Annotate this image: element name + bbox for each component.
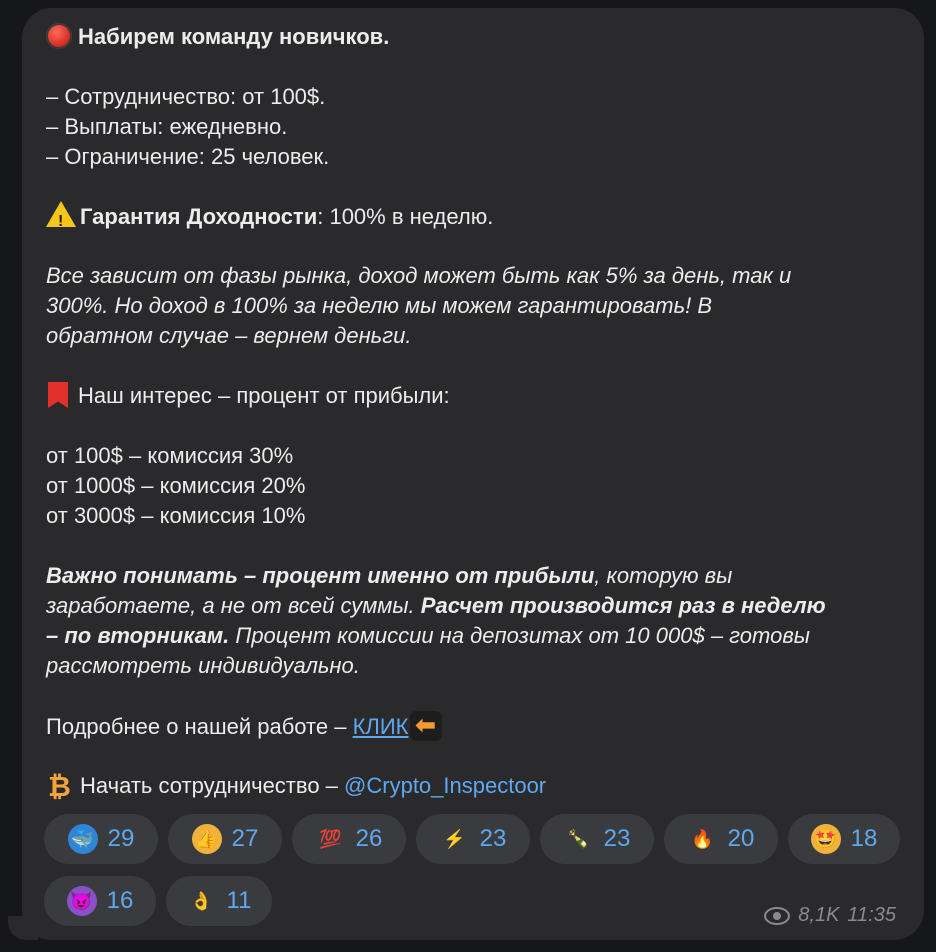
- interest-line: Наш интерес – процент от прибыли:: [46, 381, 450, 411]
- reaction-fire[interactable]: 🔥 20: [664, 814, 778, 864]
- reaction-count: 16: [106, 887, 134, 914]
- whale-icon: 🐳: [67, 824, 98, 854]
- italic-line-2: 300%. Но доход в 100% за неделю мы можем…: [46, 293, 713, 318]
- fee-line-3: от 3000$ – комиссия 10%: [46, 503, 306, 528]
- champagne-icon: 🍾: [567, 828, 590, 849]
- start-line: ₿ Начать сотрудничество – @Crypto_Inspect…: [46, 771, 546, 801]
- message-time: 11:35: [847, 904, 896, 926]
- earn-italic: заработаете, а не от всей суммы.: [46, 593, 421, 618]
- message-meta: 8,1K 11:35: [764, 904, 896, 927]
- lightning-icon: ⚡: [443, 828, 466, 849]
- more-line: Подробнее о нашей работе – КЛИК ⬅: [46, 711, 443, 742]
- reaction-hundred[interactable]: 💯 26: [292, 814, 406, 864]
- reaction-count: 20: [727, 825, 755, 852]
- reaction-ok-hand[interactable]: 👌 11: [166, 876, 272, 926]
- reaction-count: 23: [603, 825, 631, 852]
- click-link[interactable]: КЛИК: [353, 714, 409, 739]
- important-line: Важно понимать – процент именно от прибы…: [46, 561, 732, 591]
- reaction-star-struck[interactable]: 🤩 18: [788, 814, 900, 864]
- message-title: Набирем команду новичков.: [78, 24, 390, 49]
- fee-line-1: от 100$ – комиссия 30%: [46, 443, 294, 468]
- warning-icon: !: [46, 201, 76, 230]
- earn-line: заработаете, а не от всей суммы. Расчет …: [46, 591, 826, 621]
- reaction-whale[interactable]: 🐳 29: [44, 814, 158, 864]
- fire-icon: 🔥: [691, 828, 714, 849]
- bookmark-icon: [48, 382, 68, 408]
- message-bubble-tail: [8, 916, 38, 940]
- reaction-thumbs-up[interactable]: 👍 27: [168, 814, 282, 864]
- reaction-count: 27: [231, 825, 259, 852]
- reaction-count: 18: [850, 825, 878, 852]
- reaction-count: 23: [479, 825, 507, 852]
- important-italic: , которую вы: [594, 563, 733, 588]
- guarantee-line: ! Гарантия Доходности: 100% в неделю.: [46, 201, 493, 232]
- reaction-champagne[interactable]: 🍾 23: [540, 814, 654, 864]
- red-circle-icon: [46, 23, 72, 49]
- tuesday-bold: – по вторникам.: [46, 623, 230, 648]
- calc-bold: Расчет производится раз в неделю: [420, 593, 826, 618]
- reaction-count: 29: [107, 825, 135, 852]
- tuesday-line: – по вторникам. Процент комиссии на депо…: [46, 621, 810, 651]
- important-bold: Важно понимать – процент именно от прибы…: [46, 563, 595, 588]
- tuesday-italic: Процент комиссии на депозитах от 10 000$…: [229, 623, 810, 648]
- reaction-count: 26: [355, 825, 383, 852]
- hundred-icon: 💯: [319, 828, 342, 849]
- italic-line-3: обратном случае – вернем деньги.: [46, 323, 412, 348]
- interest-text: Наш интерес – процент от прибыли:: [78, 383, 450, 408]
- italic-line-1: Все зависит от фазы рынка, доход может б…: [46, 263, 792, 288]
- fee-line-2: от 1000$ – комиссия 20%: [46, 473, 306, 498]
- guarantee-label: Гарантия Доходности: [80, 204, 318, 229]
- thumbs-up-icon: 👍: [191, 824, 222, 854]
- eye-icon: [764, 906, 791, 925]
- left-arrow-icon: ⬅: [410, 711, 443, 741]
- pay-line: – Выплаты: ежедневно.: [46, 114, 288, 139]
- individual-line: рассмотреть индивидуально.: [46, 653, 360, 678]
- start-text: Начать сотрудничество –: [80, 773, 345, 798]
- guarantee-value: : 100% в неделю.: [317, 204, 494, 229]
- view-count: 8,1K: [798, 904, 840, 926]
- reaction-lightning[interactable]: ⚡ 23: [416, 814, 530, 864]
- contact-link[interactable]: @Crypto_Inspectoor: [344, 773, 546, 798]
- bitcoin-icon: ₿: [48, 771, 71, 802]
- reaction-devil[interactable]: 😈 16: [44, 876, 156, 926]
- reaction-count: 11: [226, 887, 252, 914]
- coop-line: – Сотрудничество: от 100$.: [46, 84, 326, 109]
- title-line: Набирем команду новичков.: [46, 22, 389, 52]
- ok-hand-icon: 👌: [190, 890, 213, 911]
- more-text: Подробнее о нашей работе –: [46, 714, 353, 739]
- star-struck-icon: 🤩: [810, 824, 841, 854]
- devil-icon: 😈: [66, 886, 97, 916]
- limit-line: – Ограничение: 25 человек.: [46, 144, 330, 169]
